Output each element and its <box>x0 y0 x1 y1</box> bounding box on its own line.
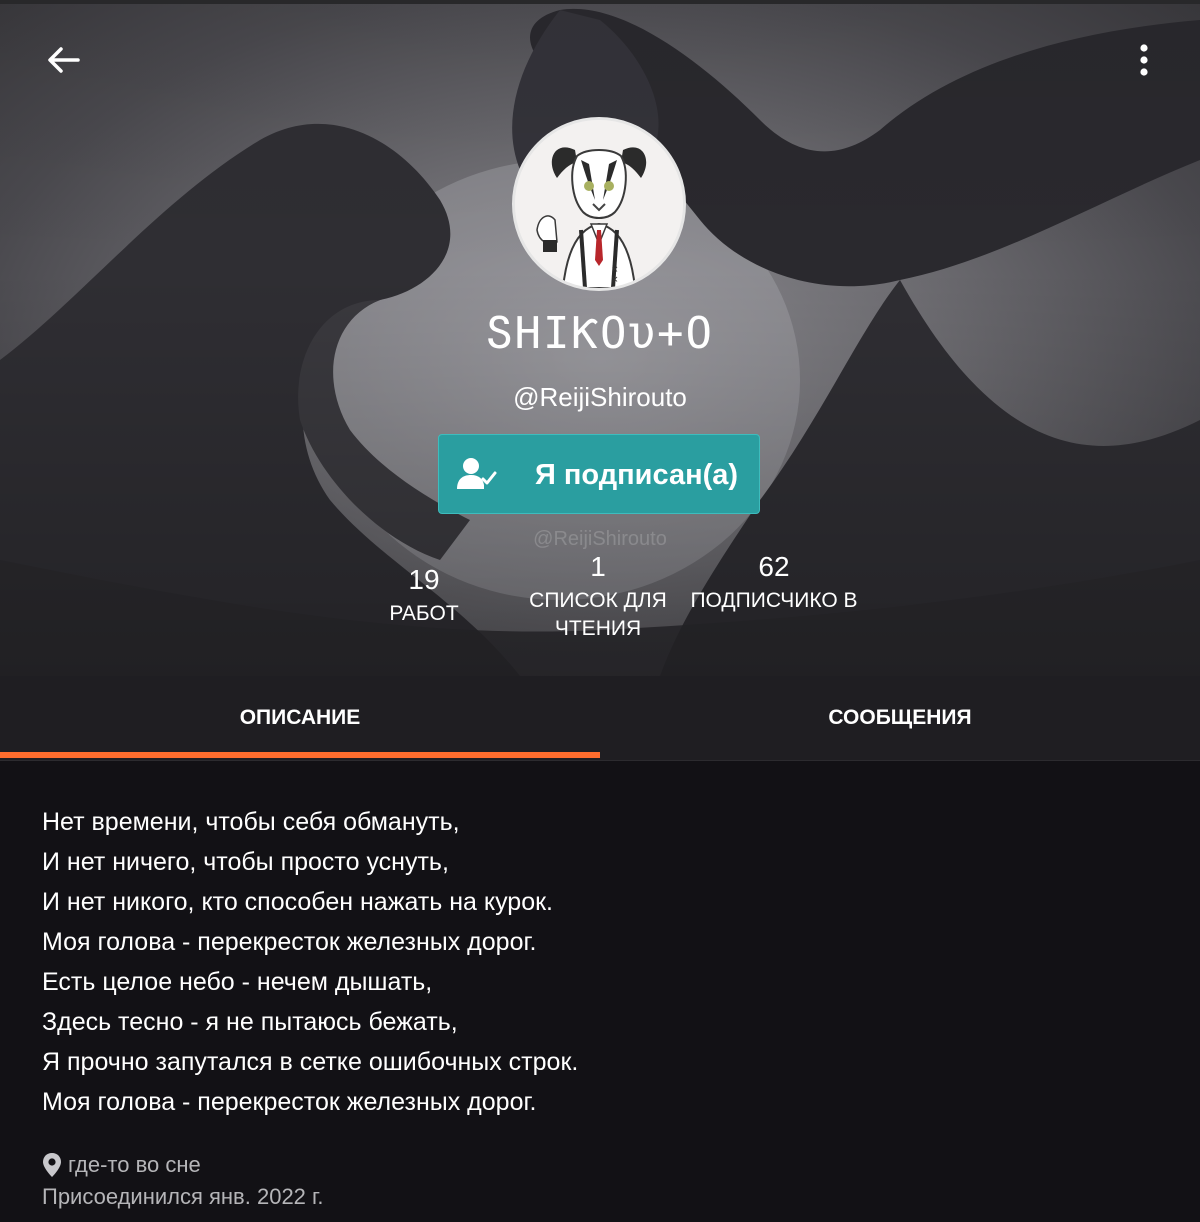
stat-works[interactable]: 19 РАБОТ <box>364 564 484 628</box>
stat-followers-count: 62 <box>758 551 790 582</box>
svg-text:×: × <box>611 265 619 275</box>
arrow-left-icon <box>48 47 80 73</box>
stat-reading-lists[interactable]: 1 СПИСОК ДЛЯ ЧТЕНИЯ <box>518 551 678 643</box>
stat-reading-lists-label: СПИСОК ДЛЯ ЧТЕНИЯ <box>529 589 667 640</box>
stat-reading-lists-count: 1 <box>590 551 606 582</box>
bio-line: Нет времени, чтобы себя обмануть, <box>42 808 460 836</box>
profile-tabs: ОПИСАНИЕ СООБЩЕНИЯ <box>0 676 1200 761</box>
following-button[interactable]: Я подписан(а) <box>438 434 760 514</box>
display-name: ՏHIƘOυ+O <box>486 308 714 359</box>
more-options-button[interactable] <box>1122 36 1166 84</box>
stat-works-count: 19 <box>408 564 440 595</box>
tab-description[interactable]: ОПИСАНИЕ <box>0 676 600 760</box>
avatar[interactable]: × × <box>512 117 686 291</box>
more-vertical-icon <box>1140 44 1148 76</box>
location-text: где-то во сне <box>68 1152 201 1177</box>
cover-watermark: @ReijiShirouto <box>533 528 667 550</box>
bio-line: И нет никого, кто способен нажать на кур… <box>42 888 553 916</box>
bio-text: Нет времени, чтобы себя обмануть, И нет … <box>42 802 1162 1122</box>
location: где-то во сне <box>42 1148 201 1182</box>
tab-messages[interactable]: СООБЩЕНИЯ <box>600 676 1200 760</box>
bio-line: Есть целое небо - нечем дышать, <box>42 968 433 996</box>
stat-followers-label: ПОДПИСЧИКО В <box>690 589 858 612</box>
avatar-illustration: × × <box>515 120 683 288</box>
user-check-icon <box>457 458 497 489</box>
bio-line: Я прочно запутался в сетке ошибочных стр… <box>42 1048 579 1076</box>
svg-text:×: × <box>611 275 619 285</box>
username: @ReijiShirouto <box>513 382 687 412</box>
following-button-label: Я подписан(а) <box>535 459 739 491</box>
bio-line: Моя голова - перекресток железных дорог. <box>42 1088 537 1116</box>
active-tab-indicator <box>0 752 600 758</box>
bio-line: Моя голова - перекресток железных дорог. <box>42 928 537 956</box>
back-button[interactable] <box>36 36 90 84</box>
bio-line: Здесь тесно - я не пытаюсь бежать, <box>42 1008 458 1036</box>
joined-date: Присоединился янв. 2022 г. <box>42 1184 324 1209</box>
map-pin-icon <box>43 1153 61 1177</box>
profile-header: × × ՏHIƘOυ+O @ReijiShirouto Я подписан(а… <box>0 0 1200 676</box>
bio-line: И нет ничего, чтобы просто уснуть, <box>42 848 449 876</box>
stat-works-label: РАБОТ <box>389 602 459 625</box>
stat-followers[interactable]: 62 ПОДПИСЧИКО В <box>690 551 858 615</box>
